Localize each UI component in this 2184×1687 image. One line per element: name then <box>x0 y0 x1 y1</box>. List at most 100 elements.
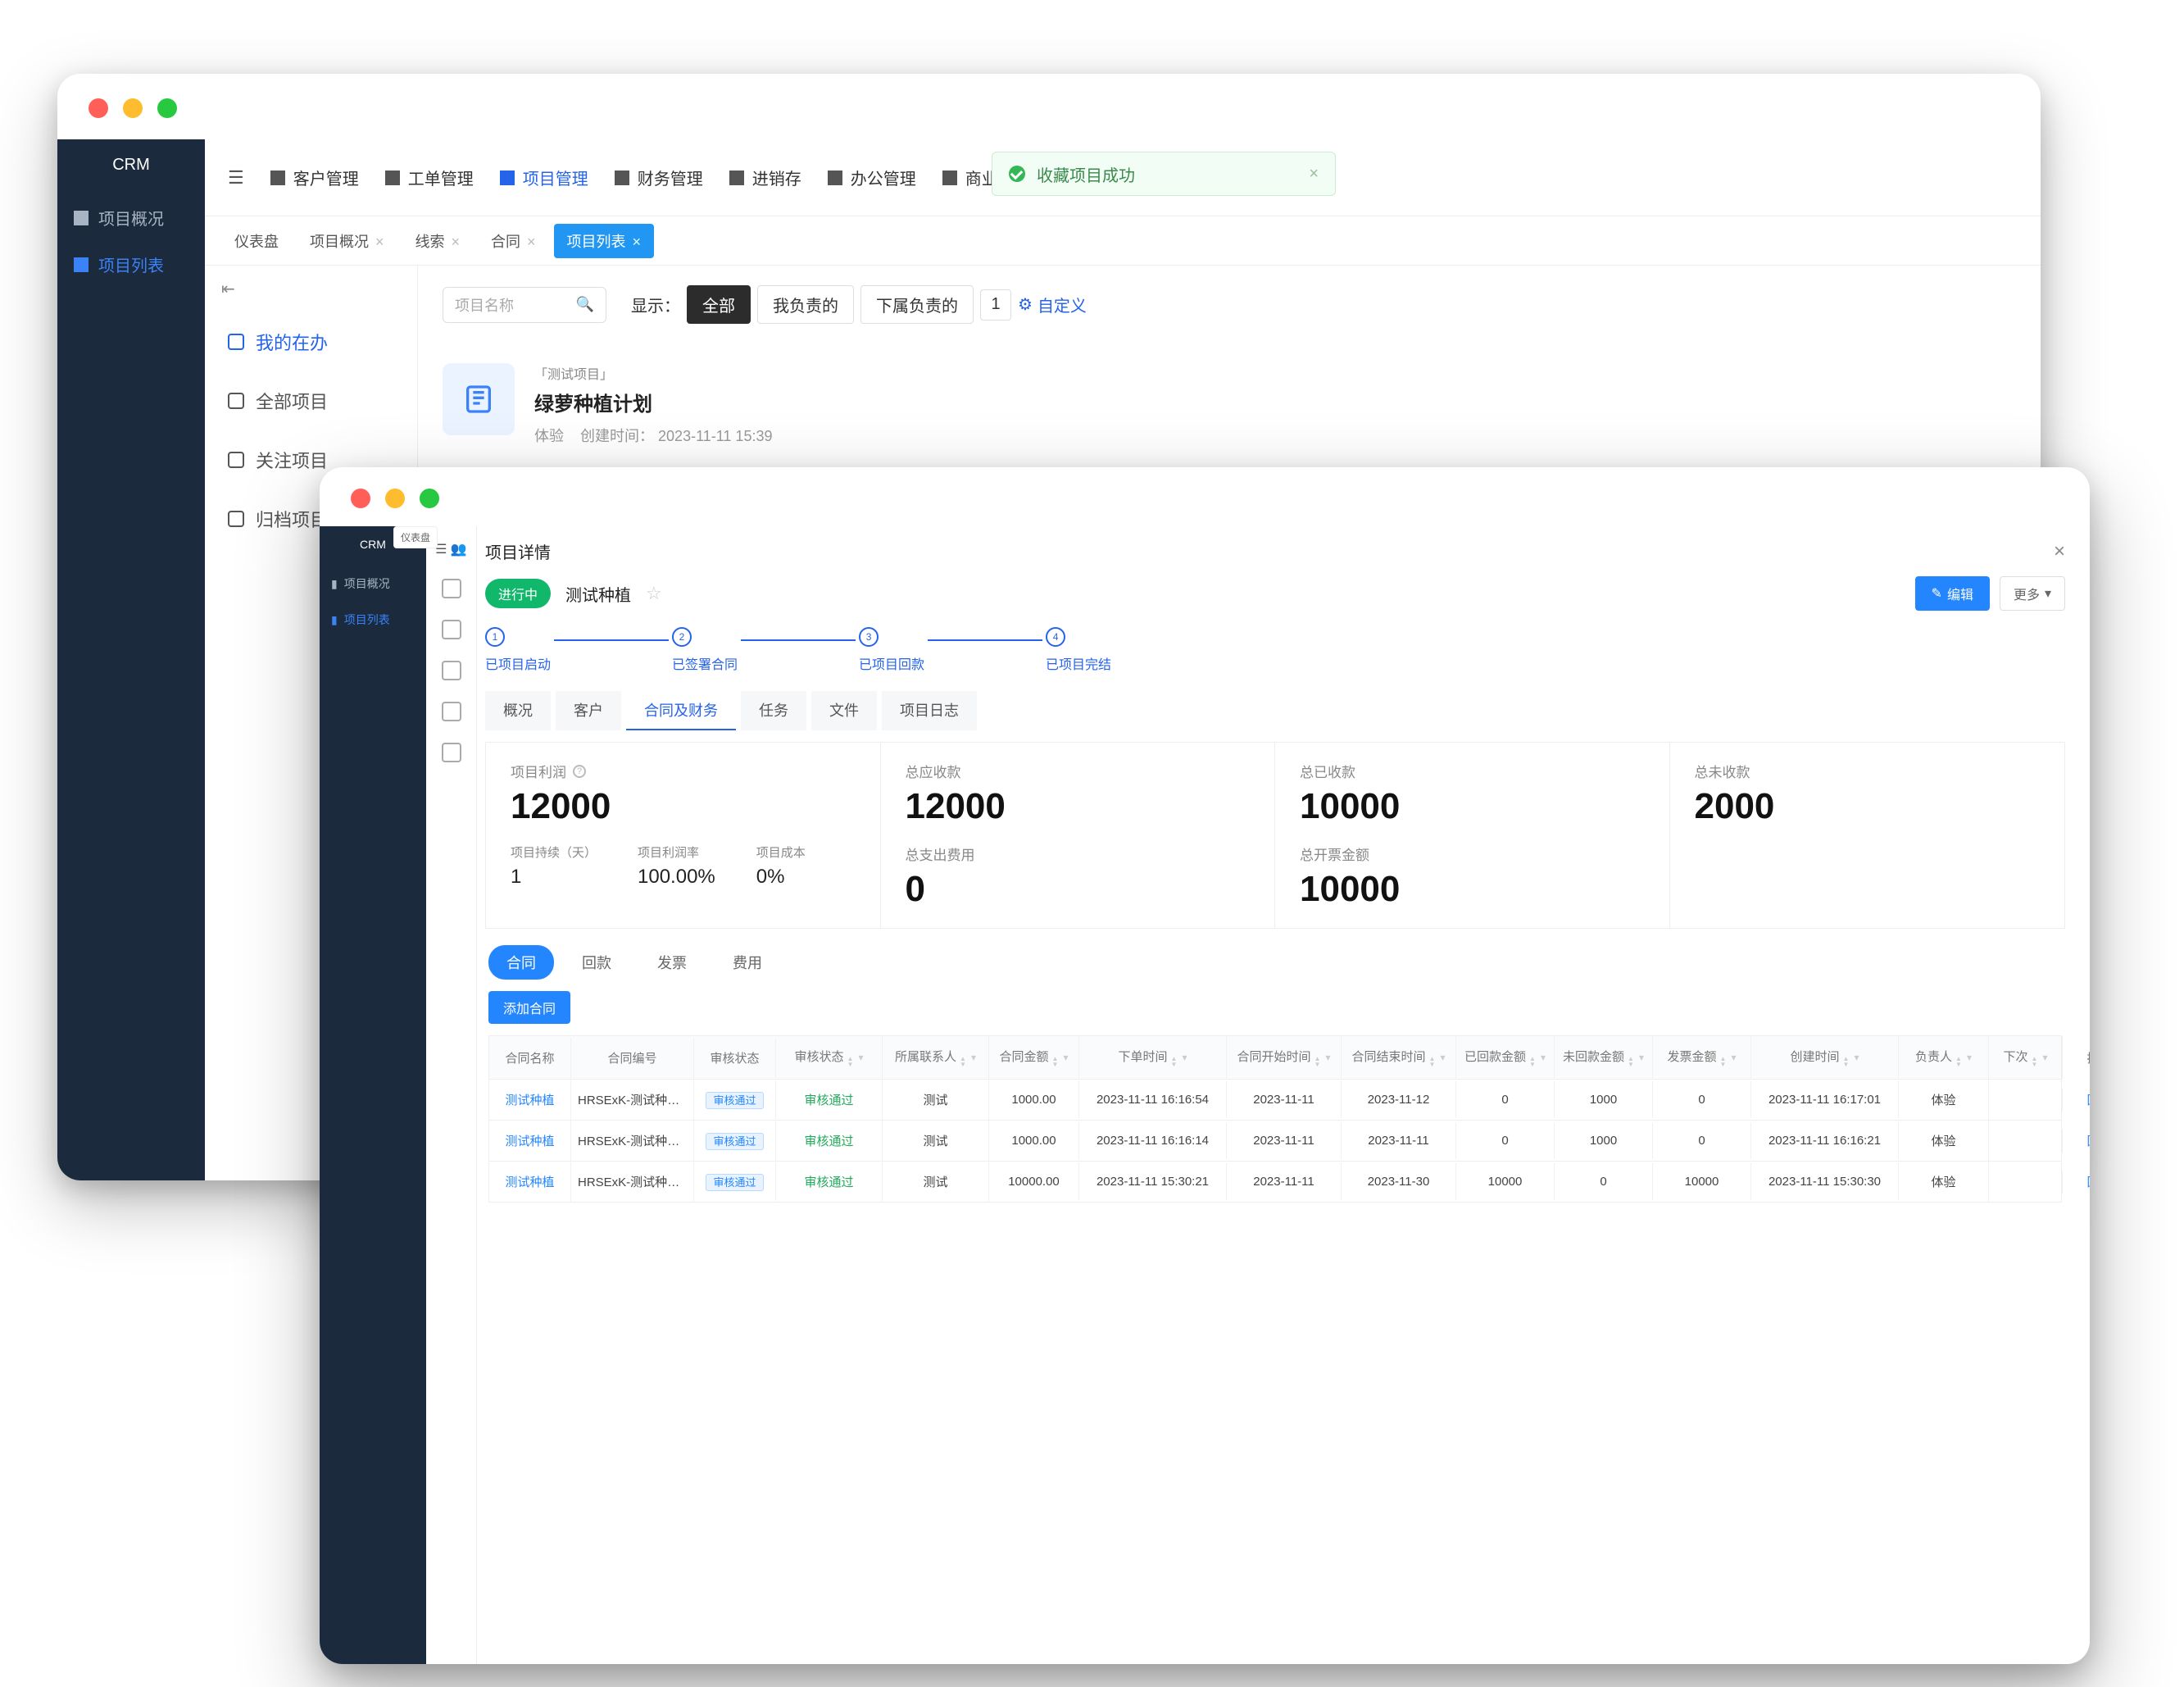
filter-icon[interactable]: ▾ <box>1182 1052 1187 1063</box>
tab-project-list[interactable]: 项目列表× <box>554 224 655 258</box>
max-dot[interactable] <box>157 98 177 118</box>
filter-my-active[interactable]: 我的在办 <box>205 312 417 371</box>
tab-overview[interactable]: 项目概况× <box>297 224 397 258</box>
chip-sub[interactable]: 下属负责的 <box>860 285 974 324</box>
contract-link[interactable]: 测试种植 <box>505 1094 554 1107</box>
tab-close-icon[interactable]: × <box>527 234 536 250</box>
nav-office[interactable]: 办公管理 <box>828 166 916 189</box>
filter-icon[interactable]: ▾ <box>858 1052 863 1063</box>
subtab-contract[interactable]: 合同 <box>488 945 554 980</box>
panel-close-icon[interactable]: × <box>2054 540 2065 563</box>
filter-icon[interactable]: ▾ <box>1541 1052 1546 1063</box>
col-header[interactable]: 合同金额▲▼▾ <box>989 1036 1079 1079</box>
dtab-log[interactable]: 项目日志 <box>882 691 977 730</box>
row-action-repay[interactable]: 回款 <box>2086 1175 2090 1189</box>
heart-icon[interactable] <box>442 620 461 639</box>
status-badge: 进行中 <box>485 579 551 608</box>
filter-icon[interactable]: ▾ <box>1325 1052 1330 1063</box>
dtab-files[interactable]: 文件 <box>811 691 877 730</box>
star-icon[interactable]: ☆ <box>646 583 662 604</box>
menu-toggle-icon[interactable]: ☰ 👥 <box>435 541 467 557</box>
project-card[interactable]: 「测试项目」 绿萝种植计划 体验 创建时间： 2023-11-11 15:39 <box>443 363 2016 446</box>
chip-all[interactable]: 全部 <box>687 285 751 324</box>
cell: 0 <box>1456 1122 1555 1159</box>
filter-icon[interactable]: ▾ <box>1639 1052 1644 1063</box>
cell: 0 <box>1456 1081 1555 1118</box>
tab-dashboard[interactable]: 仪表盘 <box>221 224 292 258</box>
sidebar-item-overview[interactable]: ▮项目概况 <box>320 566 426 602</box>
nav-inventory[interactable]: 进销存 <box>729 166 801 189</box>
col-header[interactable]: 合同开始时间▲▼▾ <box>1227 1036 1342 1079</box>
project-thumb-icon <box>443 363 515 435</box>
project-name: 测试种植 <box>565 582 631 606</box>
cell: 1000 <box>1555 1122 1653 1159</box>
col-header[interactable]: 发票金额▲▼▾ <box>1653 1036 1751 1079</box>
sidebar-item-overview[interactable]: 项目概况 <box>57 194 205 241</box>
sidebar-item-list[interactable]: 项目列表 <box>57 241 205 288</box>
more-button[interactable]: 更多▾ <box>2000 576 2065 611</box>
col-header[interactable]: 所属联系人▲▼▾ <box>883 1036 989 1079</box>
cell: 0 <box>1653 1122 1751 1159</box>
subtab-expense[interactable]: 费用 <box>715 945 780 980</box>
toast-close-icon[interactable]: × <box>1309 165 1319 184</box>
gutter-pill[interactable]: 仪表盘 <box>393 526 438 548</box>
filter-icon[interactable]: ▾ <box>971 1052 976 1063</box>
tab-contracts[interactable]: 合同× <box>478 224 549 258</box>
nav-projects[interactable]: 项目管理 <box>500 166 588 189</box>
star-icon[interactable] <box>442 702 461 721</box>
col-header[interactable]: 未回款金额▲▼▾ <box>1555 1036 1653 1079</box>
collapse-icon[interactable] <box>442 579 461 598</box>
tab-close-icon[interactable]: × <box>633 234 642 250</box>
col-header[interactable]: 已回款金额▲▼▾ <box>1456 1036 1555 1079</box>
col-header[interactable]: 负责人▲▼▾ <box>1899 1036 1989 1079</box>
dtab-customer[interactable]: 客户 <box>556 691 621 730</box>
filter-icon[interactable]: ▾ <box>2042 1052 2047 1063</box>
nav-customers[interactable]: 客户管理 <box>270 166 359 189</box>
nav-finance[interactable]: 财务管理 <box>615 166 703 189</box>
min-dot[interactable] <box>123 98 143 118</box>
cell: 2023-11-11 16:16:21 <box>1751 1122 1899 1159</box>
min-dot[interactable] <box>385 489 405 508</box>
filter-icon[interactable]: ▾ <box>1731 1052 1736 1063</box>
dtab-finance[interactable]: 合同及财务 <box>626 691 736 730</box>
help-icon[interactable]: ? <box>573 765 586 778</box>
contract-link[interactable]: 测试种植 <box>505 1135 554 1148</box>
subtab-invoice[interactable]: 发票 <box>639 945 705 980</box>
search-input[interactable]: 项目名称 🔍 <box>443 287 606 323</box>
dtab-tasks[interactable]: 任务 <box>741 691 806 730</box>
close-dot[interactable] <box>89 98 108 118</box>
filter-icon[interactable]: ▾ <box>1854 1052 1859 1063</box>
row-action-repay[interactable]: 回款 <box>2086 1094 2090 1107</box>
close-dot[interactable] <box>351 489 370 508</box>
collapse-icon[interactable]: ⇤ <box>205 266 417 312</box>
col-header[interactable]: 下单时间▲▼▾ <box>1079 1036 1227 1079</box>
custom-filter-button[interactable]: ⚙自定义 <box>1018 293 1087 316</box>
col-header: 操作 <box>2063 1038 2090 1078</box>
max-dot[interactable] <box>420 489 439 508</box>
dtab-overview[interactable]: 概况 <box>485 691 551 730</box>
menu-toggle-icon[interactable]: ☰ <box>228 167 244 189</box>
tab-close-icon[interactable]: × <box>375 234 384 250</box>
step-number-icon: 4 <box>1046 627 1065 647</box>
subtab-repayment[interactable]: 回款 <box>564 945 629 980</box>
filter-icon[interactable]: ▾ <box>1440 1052 1445 1063</box>
col-header[interactable]: 下次▲▼▾ <box>1989 1036 2063 1079</box>
filter-icon[interactable]: ▾ <box>1063 1052 1068 1063</box>
filter-all[interactable]: 全部项目 <box>205 371 417 430</box>
col-header[interactable]: 合同结束时间▲▼▾ <box>1342 1036 1456 1079</box>
filter-icon[interactable]: ▾ <box>1967 1052 1972 1063</box>
tab-leads[interactable]: 线索× <box>402 224 474 258</box>
col-header[interactable]: 审核状态▲▼▾ <box>776 1036 883 1079</box>
chip-mine[interactable]: 我负责的 <box>757 285 854 324</box>
col-header[interactable]: 创建时间▲▼▾ <box>1751 1036 1899 1079</box>
row-action-repay[interactable]: 回款 <box>2086 1135 2090 1148</box>
tab-close-icon[interactable]: × <box>452 234 461 250</box>
contract-link[interactable]: 测试种植 <box>505 1175 554 1189</box>
archive-icon[interactable] <box>442 743 461 762</box>
brand-label: CRM <box>57 139 205 194</box>
sidebar-item-list[interactable]: ▮项目列表 <box>320 602 426 638</box>
grid-icon[interactable] <box>442 661 461 680</box>
edit-button[interactable]: ✎编辑 <box>1915 576 1990 611</box>
add-contract-button[interactable]: 添加合同 <box>488 991 570 1024</box>
nav-tickets[interactable]: 工单管理 <box>385 166 474 189</box>
